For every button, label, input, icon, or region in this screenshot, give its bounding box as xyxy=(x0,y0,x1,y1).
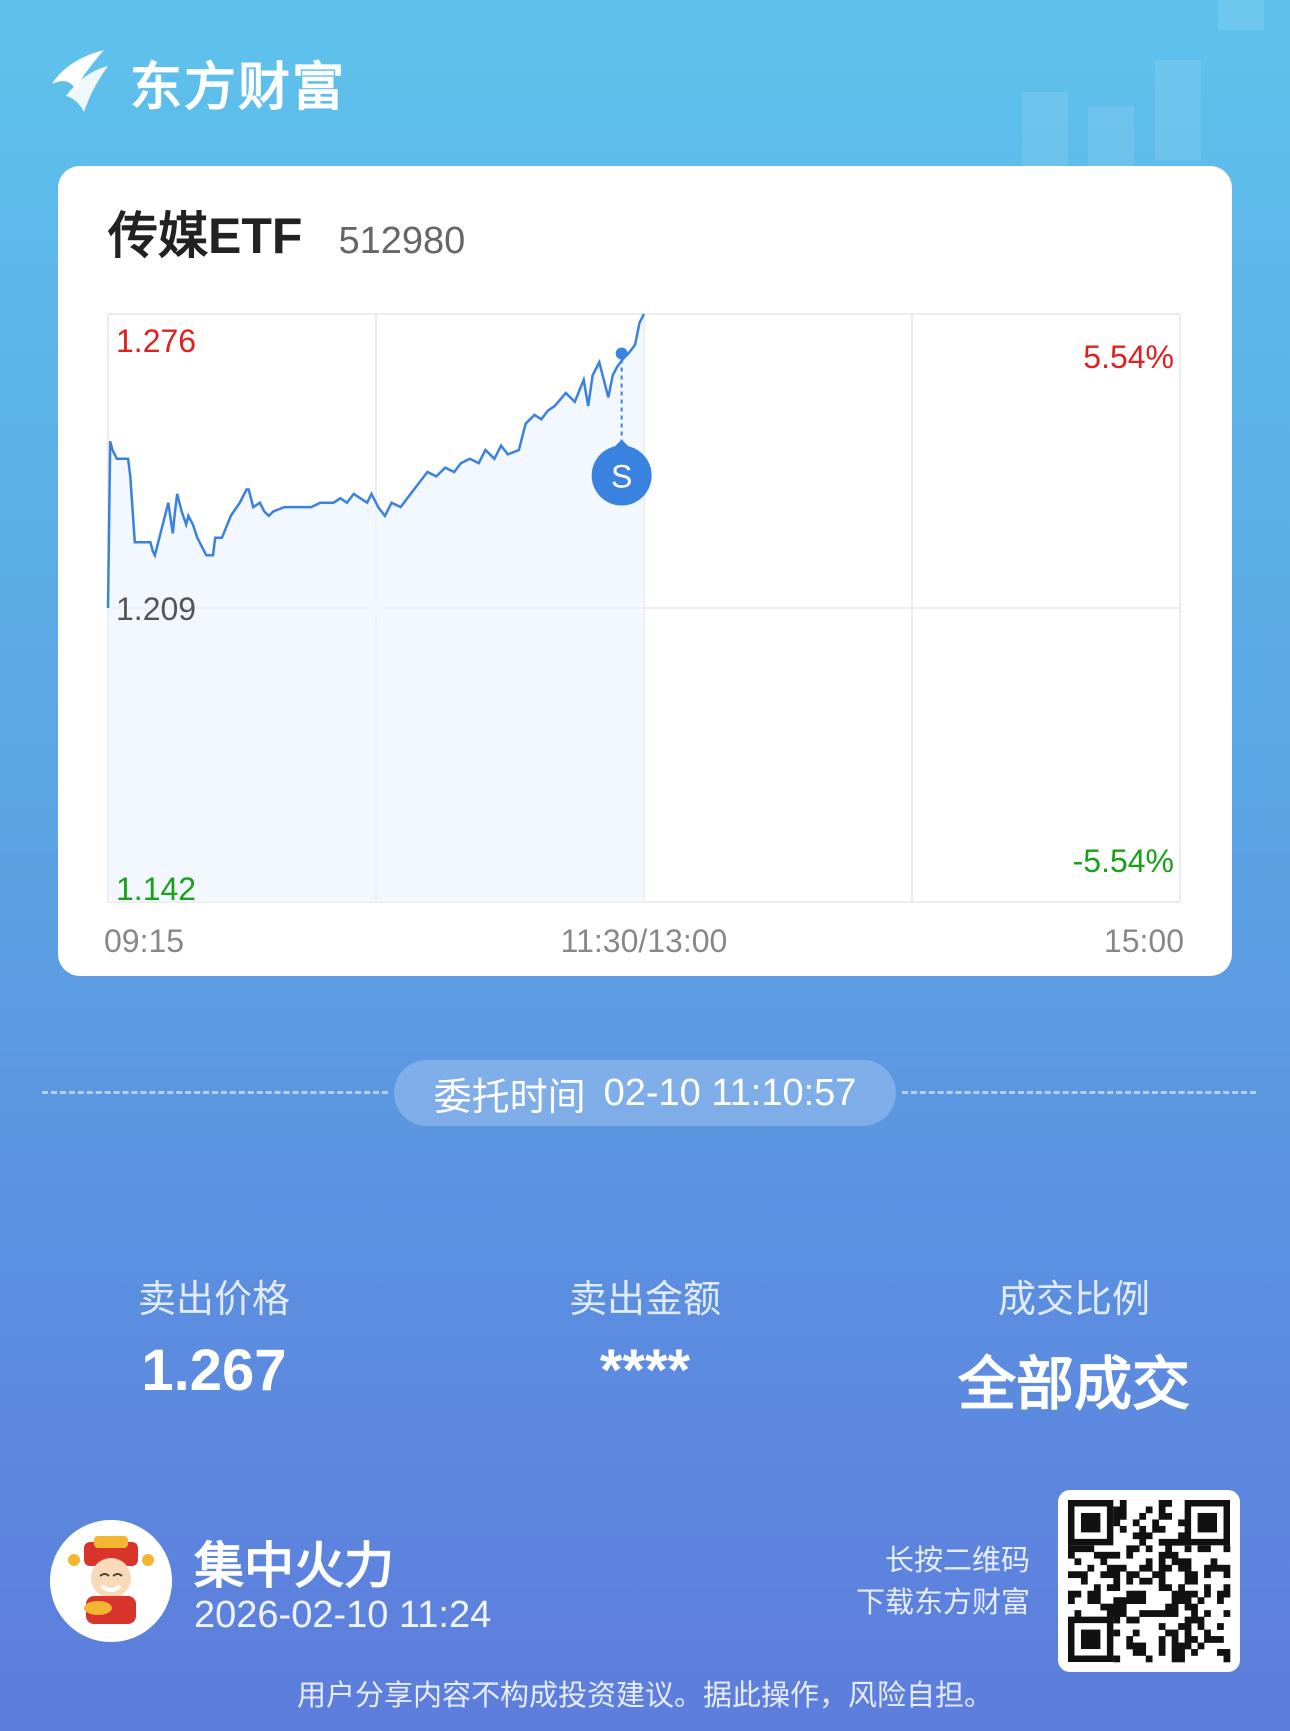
y-right-label-top: 5.54% xyxy=(1083,339,1174,375)
download-qr-code[interactable] xyxy=(1058,1490,1240,1672)
stat-sell-price: 卖出价格 1.267 xyxy=(64,1268,364,1404)
stat-label: 卖出价格 xyxy=(137,1279,290,1321)
sell-marker-label: S xyxy=(611,458,632,494)
brand-logo: 东方财富 xyxy=(48,46,346,118)
y-tick-label-mid: 1.209 xyxy=(116,591,196,627)
disclaimer: 用户分享内容不构成投资建议。据此操作，风险自担。 xyxy=(296,1680,993,1712)
trade-point xyxy=(615,347,628,360)
background-decoration xyxy=(1088,106,1134,166)
x-tick-label: 15:00 xyxy=(1104,923,1184,959)
stat-label: 成交比例 xyxy=(997,1279,1150,1321)
divider-left xyxy=(42,1091,388,1094)
order-time-value: 02-10 11:10:57 xyxy=(603,1071,857,1114)
stat-value: **** xyxy=(599,1338,691,1403)
y-tick-label-top: 1.276 xyxy=(116,323,196,359)
qr-hint-line: 长按二维码 xyxy=(884,1545,1030,1577)
brand-logo-icon xyxy=(52,50,108,112)
stock-chart-card: 传媒ETF 512980 S 1.276 1.209 1.142 5.54% -… xyxy=(58,166,1232,976)
background-decoration xyxy=(1218,0,1264,30)
intraday-chart: S 1.276 1.209 1.142 5.54% -5.54% 09:15 1… xyxy=(104,313,1184,959)
y-right-label-bottom: -5.54% xyxy=(1073,843,1174,879)
y-tick-label-bottom: 1.142 xyxy=(116,871,196,907)
stat-label: 卖出金额 xyxy=(568,1279,721,1321)
stat-sell-amount: 卖出金额 **** xyxy=(495,1268,795,1404)
qr-hint-line: 下载东方财富 xyxy=(855,1587,1030,1619)
stat-value: 1.267 xyxy=(141,1338,287,1403)
background-decoration xyxy=(1022,92,1068,166)
avatar-image xyxy=(50,1520,172,1642)
divider-right xyxy=(902,1091,1256,1094)
share-time: 2026-02-10 11:24 xyxy=(194,1594,492,1636)
x-tick-label: 09:15 xyxy=(104,923,184,959)
user-name: 集中火力 xyxy=(194,1538,394,1594)
qr-code-icon xyxy=(1068,1500,1231,1663)
avatar[interactable] xyxy=(50,1520,172,1642)
order-time-pill: 委托时间 02-10 11:10:57 xyxy=(394,1060,896,1126)
stat-fill-ratio: 成交比例 全部成交 xyxy=(924,1268,1224,1421)
qr-hint: 长按二维码 下载东方财富 xyxy=(830,1540,1030,1624)
brand-name: 东方财富 xyxy=(130,58,347,117)
x-tick-label: 11:30/13:00 xyxy=(561,923,728,959)
order-time-label: 委托时间 xyxy=(433,1076,586,1119)
background-decoration xyxy=(1155,60,1201,160)
stat-value: 全部成交 xyxy=(957,1352,1190,1417)
